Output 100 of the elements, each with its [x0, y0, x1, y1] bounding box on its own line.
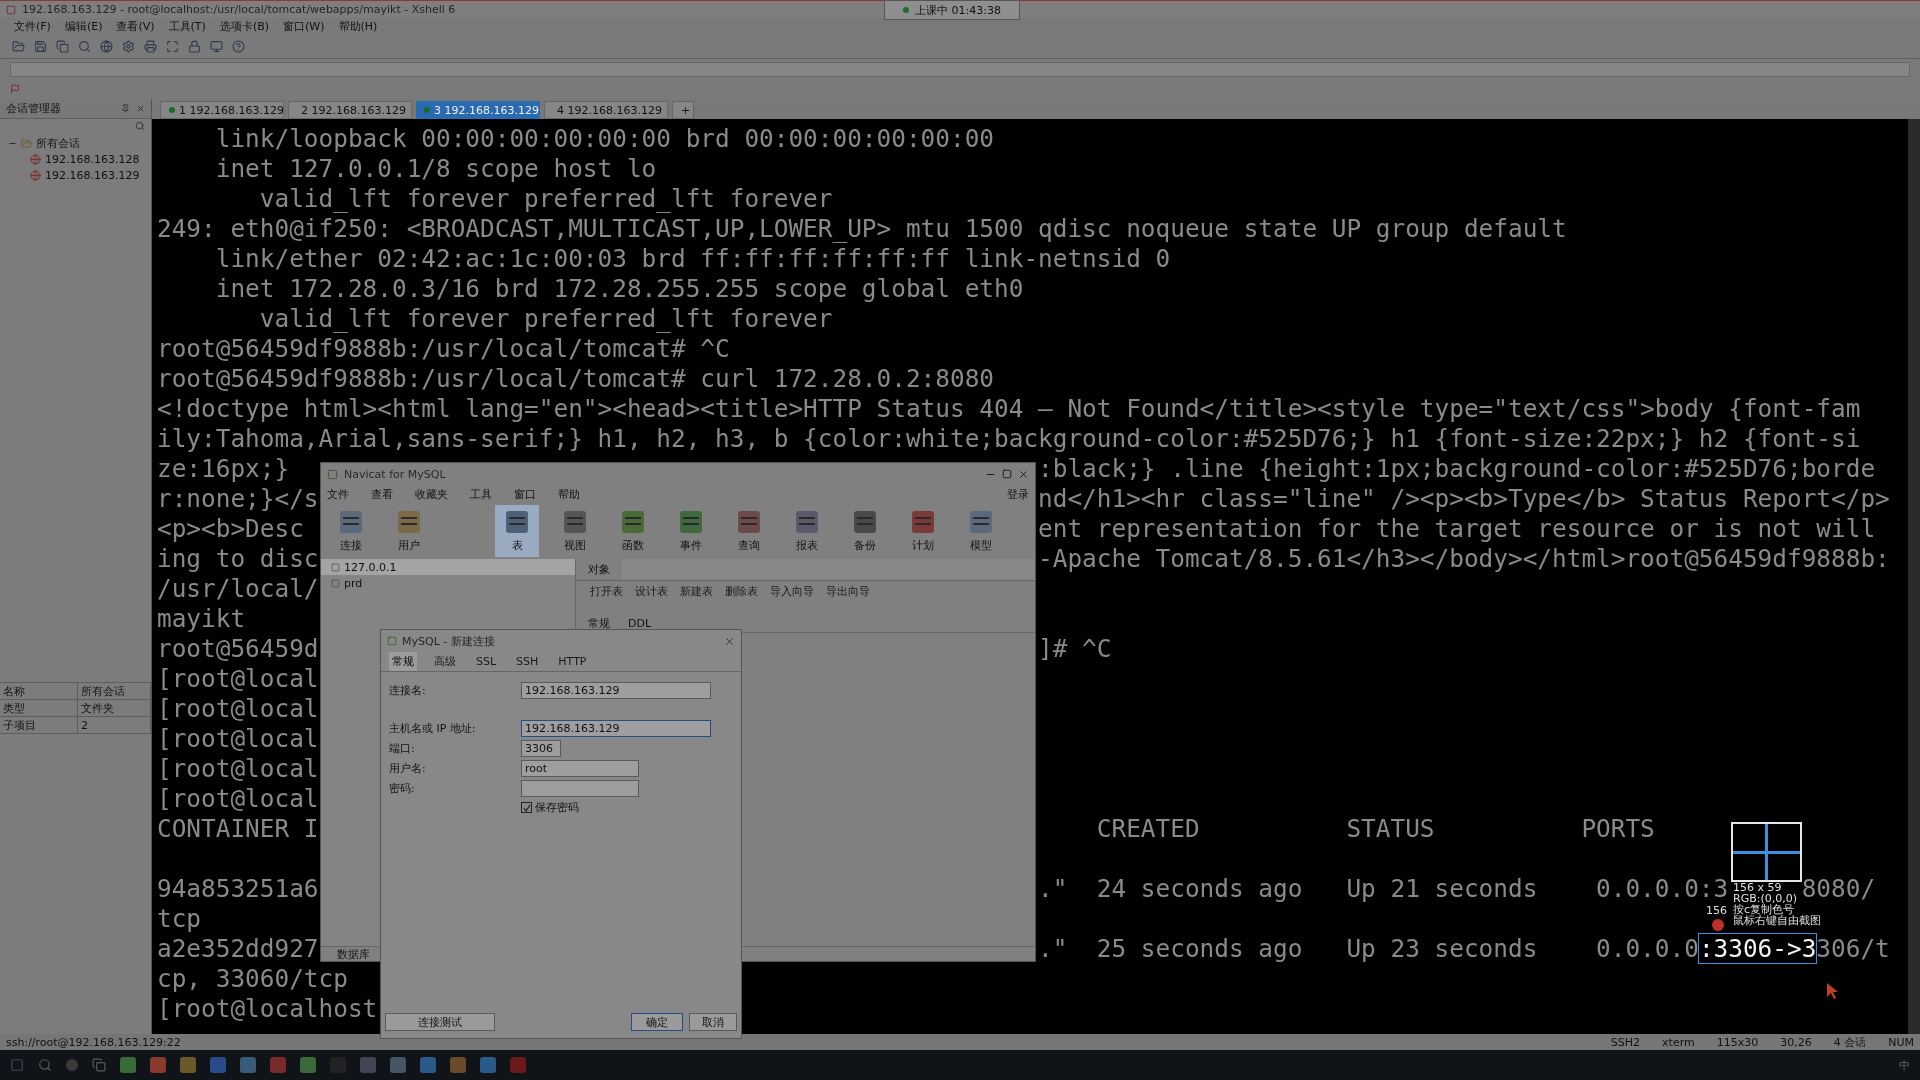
close-icon[interactable]: [1018, 468, 1029, 480]
app-icon[interactable]: [210, 1057, 226, 1073]
app-icon[interactable]: [450, 1057, 466, 1073]
dialog-tab[interactable]: 高级: [431, 652, 459, 671]
menu-item[interactable]: 文件: [327, 486, 349, 502]
toolbar-button[interactable]: 连接: [329, 505, 373, 557]
input-field[interactable]: [521, 780, 639, 797]
toolbar-icon[interactable]: [232, 39, 245, 53]
terminal-line: [root@local: [157, 784, 319, 813]
status-item: NUM: [1888, 1035, 1914, 1049]
app-icon[interactable]: [270, 1057, 286, 1073]
selection-region[interactable]: :3306->3: [1698, 934, 1817, 963]
app-icon[interactable]: [390, 1057, 406, 1073]
search-icon[interactable]: [38, 1058, 52, 1072]
action-button[interactable]: 删除表: [725, 583, 758, 599]
toolbar-button[interactable]: 视图: [553, 505, 597, 557]
toolbar-button[interactable]: 查询: [727, 505, 771, 557]
menu-item[interactable]: 帮助(H): [338, 18, 378, 34]
action-button[interactable]: 导入向导: [770, 583, 814, 599]
toolbar-icon[interactable]: [78, 39, 91, 53]
toolbar-icon[interactable]: [166, 39, 179, 53]
menu-item[interactable]: 工具: [470, 486, 492, 502]
action-button[interactable]: 导出向导: [826, 583, 870, 599]
search-icon[interactable]: [135, 121, 145, 131]
menu-item[interactable]: 选项卡(B): [219, 18, 270, 34]
pin-icon[interactable]: [121, 104, 130, 113]
menu-item[interactable]: 查看(V): [116, 18, 155, 34]
connection-item[interactable]: 127.0.0.1: [321, 559, 575, 575]
toolbar-icon[interactable]: [210, 39, 223, 53]
toolbar-icon[interactable]: [34, 39, 47, 53]
session-tab[interactable]: 2 192.168.163.129: [288, 101, 412, 119]
terminal-line: link/loopback 00:00:00:00:00:00 brd 00:00:00:00:00:00: [214, 124, 994, 153]
connection-item[interactable]: prd: [321, 575, 575, 591]
circle-icon[interactable]: [66, 1059, 78, 1071]
toolbar-button[interactable]: 报表: [785, 505, 829, 557]
toolbar-icon[interactable]: [122, 39, 135, 53]
login-link[interactable]: 登录: [1007, 486, 1029, 502]
toolbar-icon[interactable]: [144, 39, 157, 53]
app-icon[interactable]: [120, 1057, 136, 1073]
menu-item[interactable]: 文件(F): [14, 18, 51, 34]
toolbar-icon[interactable]: [12, 39, 25, 53]
status-dot: [169, 107, 175, 113]
app-icon[interactable]: [180, 1057, 196, 1073]
dialog-button[interactable]: 确定: [631, 1013, 683, 1031]
dialog-tab[interactable]: SSH: [513, 653, 542, 670]
address-field[interactable]: [10, 61, 1910, 77]
menu-item[interactable]: 帮助: [558, 486, 580, 502]
app-icon[interactable]: [360, 1057, 376, 1073]
dialog-tab[interactable]: 常规: [389, 652, 417, 671]
toolbar-icon[interactable]: [188, 39, 201, 53]
app-icon[interactable]: [240, 1057, 256, 1073]
tree-item[interactable]: 192.168.163.128: [30, 151, 151, 167]
new-tab-button[interactable]: +: [672, 101, 694, 119]
status-item: SSH2: [1610, 1035, 1641, 1049]
action-button[interactable]: 打开表: [590, 583, 623, 599]
menu-item[interactable]: 窗口(W): [283, 18, 325, 34]
app-icon[interactable]: [480, 1057, 496, 1073]
menu-item[interactable]: 窗口: [514, 486, 536, 502]
tree-item[interactable]: 所有会话: [8, 135, 151, 151]
task-view-icon[interactable]: [92, 1058, 106, 1072]
dialog-tab[interactable]: HTTP: [555, 653, 590, 670]
toolbar-icon[interactable]: [56, 39, 69, 53]
toolbar-button[interactable]: 备份: [843, 505, 887, 557]
menu-item[interactable]: 查看: [371, 486, 393, 502]
action-button[interactable]: 设计表: [635, 583, 668, 599]
input-field[interactable]: root: [521, 760, 639, 777]
dialog-button[interactable]: 连接测试: [385, 1013, 495, 1031]
session-tab[interactable]: 4 192.168.163.129: [544, 101, 668, 119]
action-button[interactable]: 新建表: [680, 583, 713, 599]
dialog-button[interactable]: 取消: [689, 1013, 737, 1031]
close-icon[interactable]: [136, 104, 145, 113]
input-method[interactable]: 中: [1899, 1057, 1910, 1073]
session-tab[interactable]: 3 192.168.163.129: [416, 101, 540, 119]
app-icon[interactable]: [150, 1057, 166, 1073]
close-icon[interactable]: [724, 635, 735, 647]
save-password-checkbox[interactable]: 保存密码: [521, 800, 733, 815]
input-field[interactable]: 3306: [521, 740, 561, 757]
flag-icon: [10, 84, 20, 94]
menu-item[interactable]: 工具(T): [168, 18, 206, 34]
session-tab[interactable]: 1 192.168.163.129: [160, 101, 284, 119]
app-icon[interactable]: [300, 1057, 316, 1073]
toolbar-button[interactable]: 表: [495, 505, 539, 557]
tree-item[interactable]: 192.168.163.129: [30, 167, 151, 183]
toolbar-button[interactable]: 事件: [669, 505, 713, 557]
dialog-tab[interactable]: SSL: [473, 653, 500, 670]
info-tab[interactable]: 常规: [588, 616, 610, 631]
windows-icon[interactable]: [10, 1058, 24, 1072]
toolbar-button[interactable]: 模型: [959, 505, 1003, 557]
input-field[interactable]: 192.168.163.129: [521, 720, 711, 737]
toolbar-icon[interactable]: [100, 39, 113, 53]
info-tab[interactable]: DDL: [628, 617, 652, 630]
input-field[interactable]: 192.168.163.129: [521, 682, 711, 699]
maximize-icon[interactable]: [1002, 469, 1012, 479]
app-icon[interactable]: [420, 1057, 436, 1073]
menu-item[interactable]: 编辑(E): [64, 18, 103, 34]
object-tab[interactable]: 对象: [576, 559, 622, 580]
menu-item[interactable]: 收藏夹: [415, 486, 448, 502]
toolbar-button[interactable]: 函数: [611, 505, 655, 557]
toolbar-button[interactable]: 计划: [901, 505, 945, 557]
toolbar-button[interactable]: 用户: [387, 505, 431, 557]
